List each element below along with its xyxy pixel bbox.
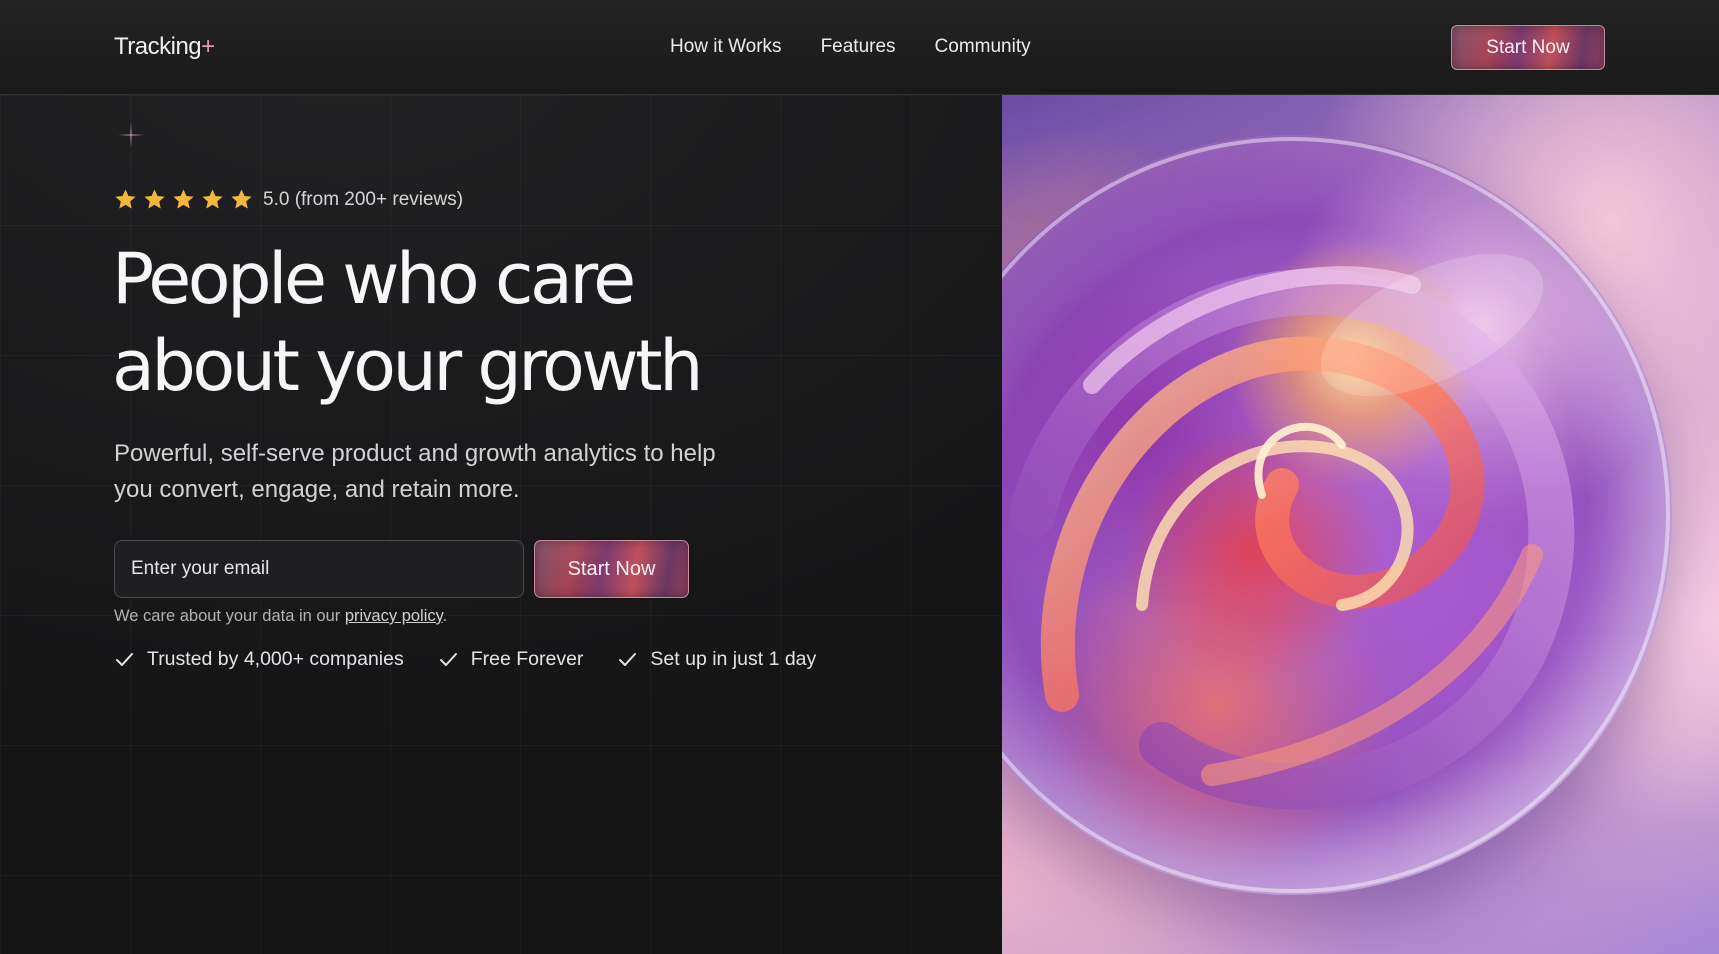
sparkle-icon [118, 122, 144, 148]
landing-page: Tracking+ How it Works Features Communit… [0, 0, 1719, 954]
check-item-free: Free Forever [438, 648, 584, 671]
nav-how-it-works[interactable]: How it Works [670, 36, 782, 58]
main-nav: How it Works Features Community [670, 36, 1031, 58]
orb-swirl [1002, 137, 1670, 893]
logo[interactable]: Tracking+ [114, 33, 215, 61]
header-start-now-button[interactable]: Start Now [1451, 25, 1605, 70]
nav-features[interactable]: Features [821, 36, 896, 58]
star-icon [115, 189, 136, 209]
nav-community[interactable]: Community [935, 36, 1031, 58]
headline-line-2: about your growth [112, 325, 703, 407]
check-item-trusted: Trusted by 4,000+ companies [114, 648, 404, 671]
privacy-prefix: We care about your data in our [114, 607, 345, 625]
grid-background [0, 95, 1000, 954]
check-label: Free Forever [470, 648, 584, 670]
star-rating [114, 188, 253, 211]
star-icon [202, 189, 223, 209]
logo-text: Tracking [114, 33, 202, 60]
privacy-policy-link[interactable]: privacy policy [345, 607, 443, 625]
check-icon [439, 653, 457, 666]
logo-plus: + [201, 33, 215, 60]
check-icon [619, 653, 637, 666]
star-icon [144, 189, 165, 209]
star-icon [173, 189, 194, 209]
check-icon [116, 653, 133, 666]
rating-text: 5.0 (from 200+ reviews) [263, 188, 464, 210]
privacy-note: We care about your data in our privacy p… [114, 607, 447, 626]
email-input[interactable] [114, 540, 524, 598]
glass-orb [1002, 135, 1672, 895]
hero-subtext: Powerful, self-serve product and growth … [114, 440, 716, 503]
check-label: Trusted by 4,000+ companies [147, 648, 404, 670]
feature-checks: Trusted by 4,000+ companies Free Forever… [114, 648, 816, 671]
privacy-suffix: . [442, 607, 448, 625]
page-title: People who care about your growth [112, 236, 912, 410]
hero-image [1002, 95, 1719, 954]
check-label: Set up in just 1 day [650, 648, 817, 670]
hero-start-now-button[interactable]: Start Now [534, 540, 689, 598]
rating: 5.0 (from 200+ reviews) [114, 188, 463, 211]
headline-line-1: People who care [112, 238, 636, 320]
top-header: Tracking+ How it Works Features Communit… [0, 0, 1719, 95]
check-item-setup: Set up in just 1 day [617, 648, 816, 671]
star-icon [231, 189, 252, 209]
